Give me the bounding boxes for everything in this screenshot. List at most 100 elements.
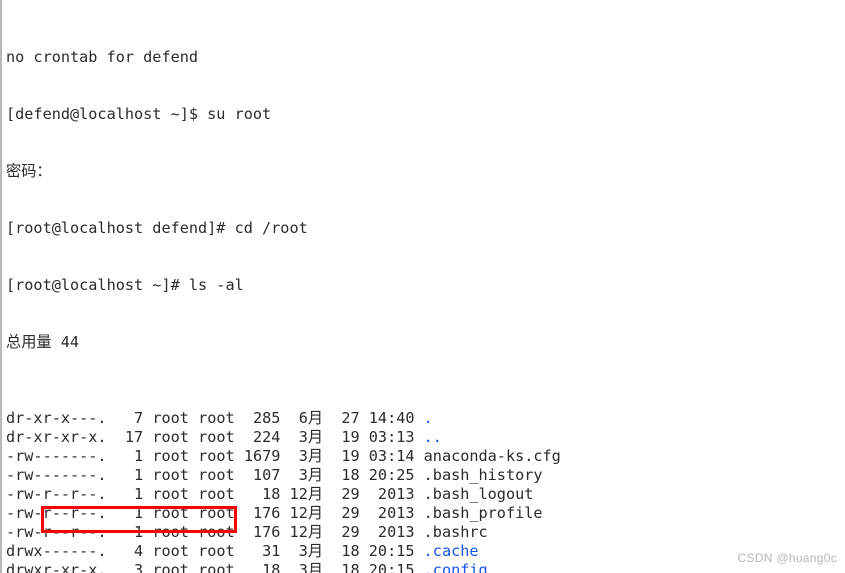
listing-spacer — [107, 485, 116, 503]
listing-group: root — [198, 428, 235, 446]
listing-spacer — [415, 485, 424, 503]
listing-day: 29 — [332, 523, 360, 541]
listing-spacer — [143, 409, 152, 427]
listing-permissions: -rw-------. — [6, 447, 107, 465]
listing-link-count: 3 — [115, 561, 144, 573]
listing-spacer — [107, 428, 116, 446]
listing-row: -rw-r--r--. 1 root root 176 12月 29 2013 … — [6, 523, 844, 542]
listing-month: 3月 — [289, 447, 324, 465]
listing-spacer — [280, 504, 289, 522]
listing-spacer — [189, 504, 198, 522]
listing-spacer — [360, 428, 369, 446]
listing-spacer — [143, 447, 152, 465]
listing-spacer — [323, 409, 332, 427]
listing-time: 03:14 — [368, 447, 415, 465]
listing-spacer — [107, 561, 116, 573]
listing-size: 285 — [243, 409, 281, 427]
listing-spacer — [360, 542, 369, 560]
listing-permissions: -rw-r--r--. — [6, 523, 107, 541]
listing-link-count: 1 — [115, 466, 144, 484]
listing-day: 19 — [332, 447, 360, 465]
listing-owner: root — [152, 409, 189, 427]
listing-spacer — [360, 561, 369, 573]
terminal-window[interactable]: no crontab for defend [defend@localhost … — [0, 0, 845, 573]
listing-permissions: dr-xr-x---. — [6, 409, 107, 427]
listing-filename: .. — [423, 428, 442, 446]
listing-time: 14:40 — [368, 409, 415, 427]
listing-link-count: 7 — [115, 409, 144, 427]
terminal-screen[interactable]: no crontab for defend [defend@localhost … — [6, 0, 844, 573]
listing-spacer — [143, 485, 152, 503]
listing-owner: root — [152, 485, 189, 503]
listing-permissions: -rw-------. — [6, 466, 107, 484]
listing-day: 29 — [332, 485, 360, 503]
listing-row: -rw-r--r--. 1 root root 18 12月 29 2013 .… — [6, 485, 844, 504]
listing-size: 31 — [243, 542, 281, 560]
terminal-line-total-blocks: 总用量 44 — [6, 333, 79, 351]
listing-spacer — [323, 561, 332, 573]
listing-spacer — [143, 466, 152, 484]
listing-spacer — [415, 542, 424, 560]
listing-row: dr-xr-xr-x. 17 root root 224 3月 19 03:13… — [6, 428, 844, 447]
listing-spacer — [280, 447, 289, 465]
listing-spacer — [360, 504, 369, 522]
terminal-line-prompt-ls: [root@localhost ~]# ls -al — [6, 276, 244, 294]
listing-spacer — [415, 523, 424, 541]
listing-spacer — [235, 428, 244, 446]
listing-time: 20:25 — [368, 466, 415, 484]
terminal-line-prompt-cd: [root@localhost defend]# cd /root — [6, 219, 308, 237]
listing-spacer — [189, 447, 198, 465]
listing-owner: root — [152, 542, 189, 560]
listing-spacer — [280, 466, 289, 484]
listing-spacer — [143, 561, 152, 573]
listing-spacer — [235, 466, 244, 484]
listing-spacer — [415, 561, 424, 573]
listing-filename: .bash_profile — [423, 504, 543, 522]
listing-spacer — [360, 409, 369, 427]
listing-filename: .bashrc — [423, 523, 488, 541]
listing-month: 12月 — [289, 504, 324, 522]
listing-spacer — [280, 485, 289, 503]
listing-day: 18 — [332, 466, 360, 484]
watermark-label: CSDN @huang0c — [737, 551, 837, 565]
listing-spacer — [323, 485, 332, 503]
terminal-line-password-prompt: 密码： — [6, 162, 52, 180]
listing-month: 6月 — [289, 409, 324, 427]
listing-size: 176 — [243, 504, 281, 522]
listing-row: drwx------. 4 root root 31 3月 18 20:15 .… — [6, 542, 844, 561]
listing-size: 176 — [243, 523, 281, 541]
listing-time: 2013 — [368, 523, 415, 541]
listing-spacer — [143, 504, 152, 522]
listing-owner: root — [152, 447, 189, 465]
listing-filename: .config — [423, 561, 488, 573]
listing-group: root — [198, 504, 235, 522]
listing-link-count: 1 — [115, 523, 144, 541]
listing-size: 107 — [243, 466, 281, 484]
listing-permissions: drwxr-xr-x. — [6, 561, 107, 573]
listing-group: root — [198, 409, 235, 427]
listing-spacer — [235, 561, 244, 573]
listing-spacer — [235, 447, 244, 465]
listing-spacer — [235, 485, 244, 503]
listing-day: 18 — [332, 542, 360, 560]
listing-spacer — [107, 523, 116, 541]
listing-spacer — [280, 542, 289, 560]
listing-spacer — [323, 447, 332, 465]
listing-row: -rw-------. 1 root root 107 3月 18 20:25 … — [6, 466, 844, 485]
listing-spacer — [189, 409, 198, 427]
listing-time: 20:15 — [368, 561, 415, 573]
directory-listing: dr-xr-x---. 7 root root 285 6月 27 14:40 … — [6, 409, 844, 573]
listing-link-count: 1 — [115, 485, 144, 503]
listing-filename: .bash_history — [423, 466, 543, 484]
listing-group: root — [198, 466, 235, 484]
listing-spacer — [107, 466, 116, 484]
listing-spacer — [415, 428, 424, 446]
listing-day: 29 — [332, 504, 360, 522]
listing-owner: root — [152, 428, 189, 446]
listing-spacer — [189, 428, 198, 446]
listing-link-count: 1 — [115, 447, 144, 465]
listing-spacer — [189, 523, 198, 541]
listing-spacer — [107, 409, 116, 427]
listing-month: 12月 — [289, 523, 324, 541]
listing-spacer — [360, 523, 369, 541]
